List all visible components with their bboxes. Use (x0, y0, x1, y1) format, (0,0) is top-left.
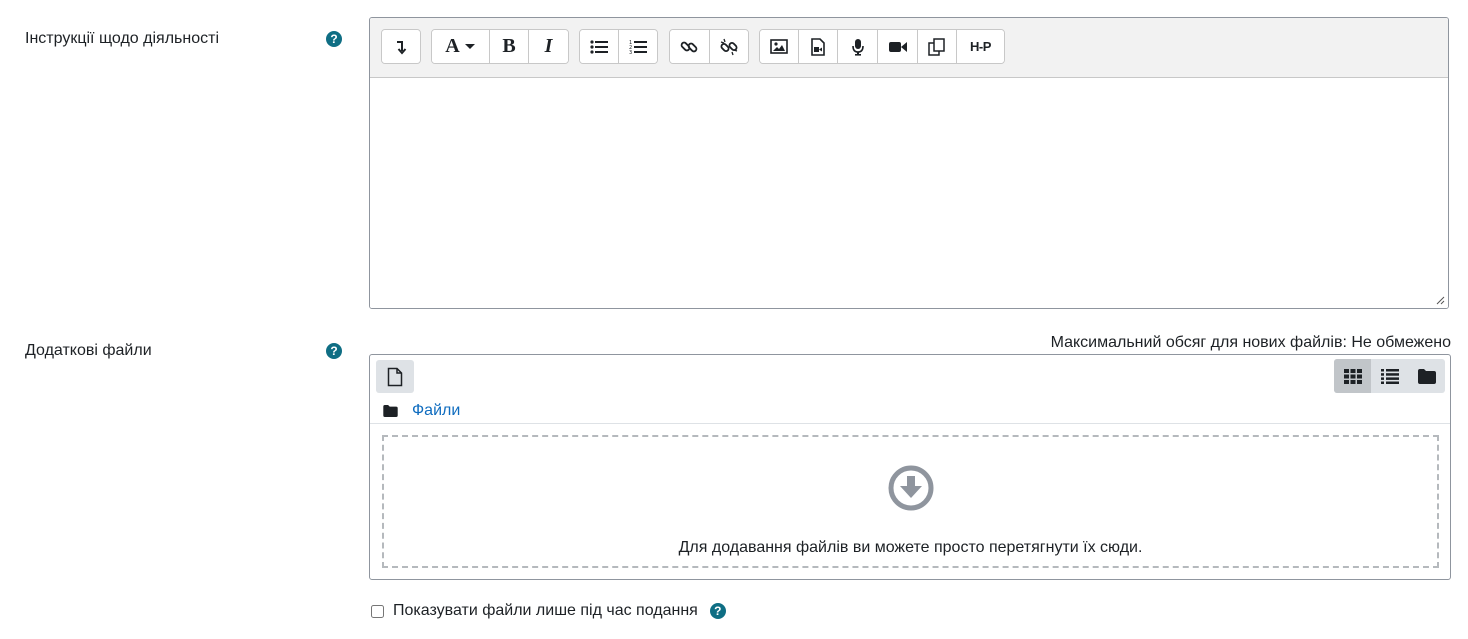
svg-text:3: 3 (629, 50, 632, 55)
divider (370, 423, 1450, 424)
image-icon[interactable] (760, 30, 799, 63)
toolbar-group-style: A B I (431, 29, 569, 64)
view-list-button[interactable] (1371, 359, 1408, 393)
editor-toolbar: A B I 123 H-P (370, 18, 1448, 78)
drop-zone-message: Для додавання файлів ви можете просто пе… (678, 539, 1143, 556)
drop-zone[interactable]: Для додавання файлів ви можете просто пе… (382, 435, 1439, 568)
question-circle-icon[interactable]: ? (326, 31, 342, 47)
bullet-list-icon[interactable] (580, 30, 619, 63)
h5p-icon[interactable]: H-P (957, 30, 1004, 63)
breadcrumb-files-link[interactable]: Файли (412, 402, 460, 420)
show-files-on-submit-checkbox[interactable] (371, 604, 384, 618)
manage-files-icon[interactable] (918, 30, 957, 63)
collapse-toggle-icon[interactable] (382, 30, 420, 63)
font-style-icon[interactable]: A (432, 30, 490, 63)
media-icon[interactable] (799, 30, 838, 63)
list-icon (1380, 368, 1399, 384)
question-circle-icon[interactable]: ? (709, 603, 726, 619)
link-icon[interactable] (670, 30, 710, 63)
extra-files-label: Додаткові файли (25, 342, 152, 359)
toolbar-group-media: H-P (759, 29, 1005, 64)
folder-icon (383, 405, 398, 417)
unlink-icon[interactable] (709, 30, 748, 63)
question-circle-icon[interactable]: ? (326, 343, 342, 359)
resize-grip-icon[interactable] (1435, 295, 1445, 305)
view-switcher (1334, 359, 1445, 393)
show-files-on-submit-label: Показувати файли лише під час подання (393, 602, 698, 619)
numbered-list-icon[interactable]: 123 (618, 30, 657, 63)
toolbar-group-links (669, 29, 749, 64)
record-video-icon[interactable] (878, 30, 918, 63)
italic-icon[interactable]: I (529, 30, 568, 63)
rich-text-editor: A B I 123 H-P (369, 17, 1449, 309)
show-files-on-submit-row: Показувати файли лише під час подання ? (369, 602, 726, 620)
grid-icon (1343, 368, 1362, 384)
folder-icon (1417, 368, 1436, 384)
bold-icon[interactable]: B (490, 30, 529, 63)
file-manager: Файли Для додавання файлів ви можете про… (369, 354, 1451, 580)
toolbar-group-collapse (381, 29, 421, 64)
add-file-button[interactable] (376, 360, 414, 393)
max-file-size-text: Максимальний обсяг для нових файлів: Не … (1050, 334, 1451, 351)
instructions-label: Інструкції щодо діяльності (25, 30, 219, 47)
toolbar-group-lists: 123 (579, 29, 658, 64)
view-icons-button[interactable] (1334, 359, 1371, 393)
view-tree-button[interactable] (1408, 359, 1445, 393)
file-icon (387, 367, 403, 386)
breadcrumb: Файли (383, 402, 460, 420)
download-arrow-icon (888, 465, 933, 511)
editor-content-area[interactable] (370, 78, 1448, 308)
record-audio-icon[interactable] (838, 30, 878, 63)
